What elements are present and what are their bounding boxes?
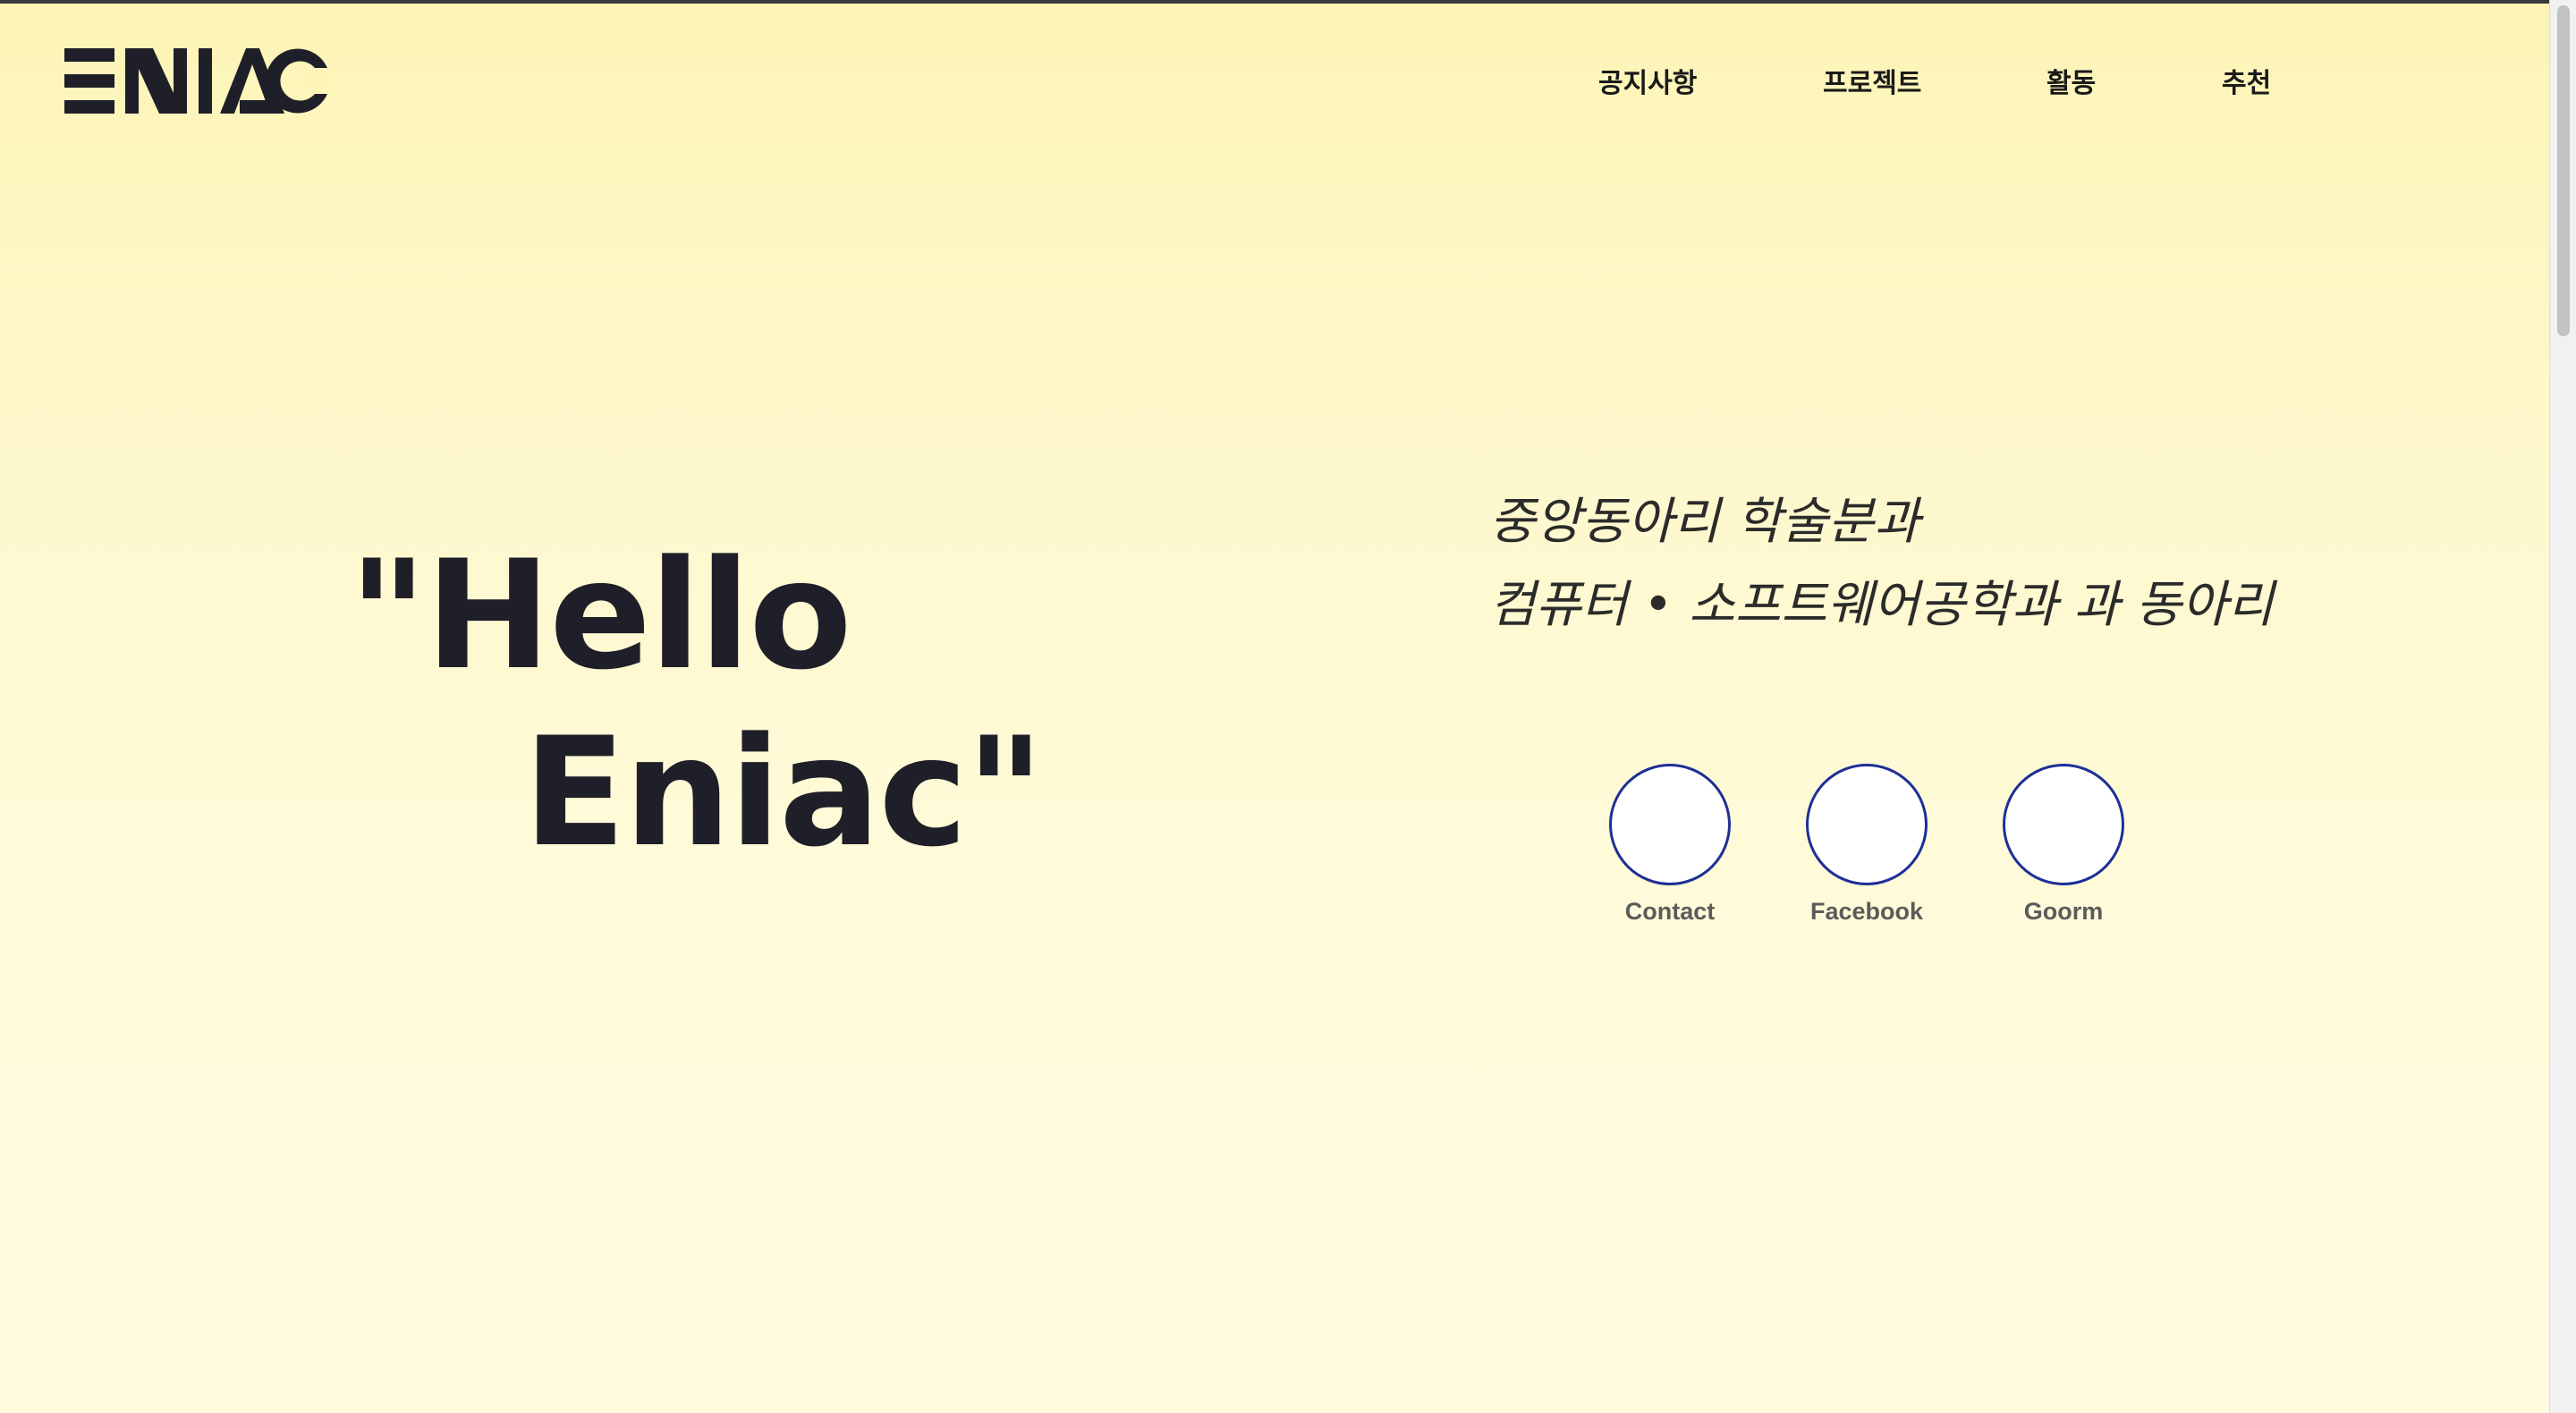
nav-item-notice[interactable]: 공지사항 [1598,59,1697,109]
contact-icon[interactable] [1609,764,1731,885]
vertical-scrollbar[interactable] [2549,0,2576,1413]
contact-label: Contact [1624,898,1716,925]
facebook-link[interactable]: Facebook [1800,764,1934,926]
scrollbar-thumb[interactable] [2557,5,2570,336]
facebook-label: Facebook [1809,898,1924,925]
goorm-icon[interactable] [2003,764,2124,885]
nav-item-recommend[interactable]: 추천 [2222,59,2271,109]
nav-item-projects[interactable]: 프로젝트 [1823,59,1921,109]
contact-link[interactable]: Contact [1603,764,1737,926]
nav-item-activities[interactable]: 활동 [2046,59,2096,109]
tagline-line-1: 중앙동아리 학술분과 [1489,493,1920,551]
main-nav: 공지사항 프로젝트 활동 추천 [0,59,2549,113]
hero-title-line-2: Eniac" [523,705,1044,880]
goorm-label: Goorm [2023,898,2104,925]
facebook-icon[interactable] [1806,764,1928,885]
tagline-line-2: 컴퓨터 • 소프트웨어공학과 과 동아리 [1489,576,2275,634]
hero-title-line-1: "Hello [349,528,852,703]
page-viewport: 공지사항 프로젝트 활동 추천 "Hello Eniac" 중앙동아리 학술분과… [0,0,2549,1413]
goorm-link[interactable]: Goorm [1996,764,2131,926]
